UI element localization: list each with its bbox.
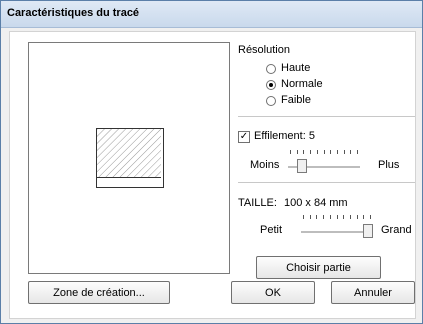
size-max-label: Grand [381,224,412,236]
separator-2 [238,182,415,183]
size-label: TAILLE: [238,197,277,209]
window-title: Caractéristiques du tracé [7,7,140,19]
size-min-label: Petit [260,224,283,236]
dialog-body: Résolution Haute Normale Faible ✓ Effile… [9,31,416,319]
slider-tick [323,150,325,154]
slider-tick [303,150,305,154]
slider-tick [329,215,331,219]
slider-tick [336,150,338,154]
stitch-preview-tile [96,128,164,188]
slider-tick [309,215,311,219]
smoothing-checkbox-label: Effilement: 5 [254,130,315,142]
creation-zone-button[interactable]: Zone de création... [28,281,170,304]
radio-haute-label: Haute [281,62,311,74]
smoothing-checkbox[interactable]: ✓ [238,131,250,143]
slider-tick [343,215,345,219]
slider-tick [316,150,318,154]
smoothing-slider[interactable] [288,149,360,173]
preview-panel [28,42,230,274]
size-value: 100 x 84 mm [284,197,348,209]
slider-tick [323,215,325,219]
slider-tick [343,150,345,154]
radio-faible-label: Faible [281,94,311,106]
cancel-button[interactable]: Annuler [331,281,415,304]
title-bar[interactable]: Caractéristiques du tracé [1,1,422,28]
dialog-window: Caractéristiques du tracé Résolution Hau… [0,0,423,324]
slider-tick [350,150,352,154]
slider-tick [357,150,358,154]
slider-tick [303,215,304,219]
slider-tick [310,150,312,154]
smoothing-slider-ticks [290,150,358,156]
hatch-pattern-icon [97,129,161,178]
slider-tick [296,150,298,154]
radio-haute[interactable] [266,64,276,74]
slider-tick [316,215,318,219]
resolution-label: Résolution [238,44,290,56]
slider-tick [349,215,351,219]
slider-tick [370,215,371,219]
slider-tick [336,215,338,219]
radio-normale-label: Normale [281,78,323,90]
size-slider-thumb[interactable] [363,224,373,238]
smoothing-max-label: Plus [378,159,400,171]
slider-tick [330,150,332,154]
smoothing-min-label: Moins [250,159,280,171]
slider-tick [290,150,291,154]
radio-normale[interactable] [266,80,276,90]
slider-tick [363,215,365,219]
size-slider[interactable] [301,214,373,238]
choose-part-button[interactable]: Choisir partie [256,256,381,279]
separator-1 [238,116,415,117]
ok-button[interactable]: OK [231,281,315,304]
radio-faible[interactable] [266,96,276,106]
smoothing-slider-thumb[interactable] [297,159,307,173]
size-slider-ticks [303,215,371,221]
slider-tick [356,215,358,219]
